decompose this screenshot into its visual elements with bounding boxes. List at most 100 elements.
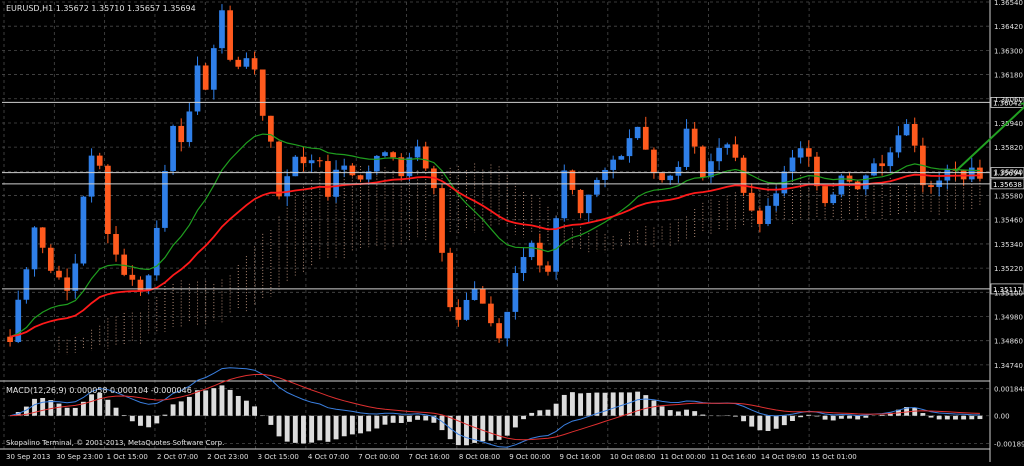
candle-body[interactable] <box>536 242 543 266</box>
candle-body[interactable] <box>422 146 429 169</box>
candle-body[interactable] <box>830 194 837 204</box>
candle-body[interactable] <box>569 170 576 190</box>
candle-body[interactable] <box>349 165 356 176</box>
candle-body[interactable] <box>439 188 445 253</box>
candle-body[interactable] <box>545 265 551 272</box>
candle-body[interactable] <box>479 288 486 304</box>
candle-body[interactable] <box>129 274 136 280</box>
candle-body[interactable] <box>170 125 176 172</box>
candle-body[interactable] <box>618 156 625 160</box>
candle-body[interactable] <box>594 179 600 195</box>
candle-body[interactable] <box>814 156 820 187</box>
candle-body[interactable] <box>642 126 649 150</box>
candle-body[interactable] <box>202 65 209 90</box>
candle-body[interactable] <box>740 157 747 193</box>
candle-body[interactable] <box>47 247 54 271</box>
candle-body[interactable] <box>610 159 617 170</box>
candle-body[interactable] <box>675 166 682 176</box>
candle-body[interactable] <box>585 194 592 214</box>
candle-body[interactable] <box>325 161 331 197</box>
candle-body[interactable] <box>292 156 299 177</box>
candle-body[interactable] <box>259 69 266 116</box>
candle-body[interactable] <box>903 124 910 136</box>
candle-body[interactable] <box>276 141 282 197</box>
candle-body[interactable] <box>373 155 380 172</box>
candle-body[interactable] <box>797 148 804 158</box>
candle-body[interactable] <box>382 152 388 156</box>
candle-body[interactable] <box>300 156 307 164</box>
candle-body[interactable] <box>520 257 527 274</box>
candle-body[interactable] <box>31 227 38 270</box>
candle-body[interactable] <box>227 10 233 60</box>
candle-body[interactable] <box>895 135 902 153</box>
candle-body[interactable] <box>748 192 755 211</box>
candle-body[interactable] <box>724 144 731 148</box>
candle-body[interactable] <box>72 263 79 291</box>
candle-body[interactable] <box>113 234 119 255</box>
candle-body[interactable] <box>153 227 160 276</box>
candle-body[interactable] <box>463 299 470 320</box>
candle-body[interactable] <box>406 157 413 177</box>
candle-body[interactable] <box>789 157 796 172</box>
candle-body[interactable] <box>651 149 657 174</box>
candle-body[interactable] <box>757 210 763 224</box>
candle-body[interactable] <box>716 147 722 162</box>
candle-body[interactable] <box>862 175 869 190</box>
candle-body[interactable] <box>577 189 584 214</box>
candle-body[interactable] <box>178 125 185 143</box>
candle-body[interactable] <box>194 65 201 112</box>
candle-body[interactable] <box>88 155 95 197</box>
candle-body[interactable] <box>561 170 568 219</box>
candle-body[interactable] <box>683 128 690 167</box>
candle-body[interactable] <box>251 58 258 70</box>
candle-body[interactable] <box>887 152 894 167</box>
candle-body[interactable] <box>210 48 217 90</box>
chart-window[interactable]: 1.36042 1.35694 1.35638 1.35117 1.36540 1.36… <box>0 0 1024 462</box>
candle-body[interactable] <box>765 205 771 224</box>
candle-body[interactable] <box>308 160 315 164</box>
candle-body[interactable] <box>822 186 828 204</box>
candle-body[interactable] <box>528 242 535 258</box>
candle-body[interactable] <box>145 275 152 291</box>
candle-body[interactable] <box>805 148 812 157</box>
candle-body[interactable] <box>7 336 13 342</box>
candle-body[interactable] <box>732 144 739 158</box>
candle-body[interactable] <box>634 126 641 139</box>
candle-body[interactable] <box>928 185 934 188</box>
candle-body[interactable] <box>708 161 714 178</box>
candle-body[interactable] <box>186 111 193 143</box>
candle-body[interactable] <box>471 288 478 300</box>
candle-body[interactable] <box>496 323 502 339</box>
candle-body[interactable] <box>80 196 87 264</box>
candle-body[interactable] <box>773 193 780 206</box>
candle-body[interactable] <box>602 169 608 180</box>
candle-body[interactable] <box>553 218 559 272</box>
candle-body[interactable] <box>162 171 168 228</box>
candle-body[interactable] <box>219 10 225 49</box>
candle-body[interactable] <box>944 168 951 181</box>
candle-body[interactable] <box>398 157 405 177</box>
candle-body[interactable] <box>235 59 242 67</box>
candle-body[interactable] <box>23 269 30 300</box>
candle-body[interactable] <box>414 146 421 158</box>
candle-body[interactable] <box>871 163 877 176</box>
candle-body[interactable] <box>56 270 62 278</box>
candle-body[interactable] <box>105 165 111 235</box>
candle-body[interactable] <box>879 163 885 167</box>
candle-body[interactable] <box>268 115 274 142</box>
candle-body[interactable] <box>341 165 348 170</box>
candle-body[interactable] <box>243 58 250 67</box>
candle-body[interactable] <box>691 128 698 147</box>
candle-body[interactable] <box>284 176 291 197</box>
candle-body[interactable] <box>96 155 103 166</box>
candle-body[interactable] <box>911 124 918 146</box>
candle-body[interactable] <box>390 152 396 158</box>
candle-body[interactable] <box>659 173 665 181</box>
candle-body[interactable] <box>512 273 519 312</box>
candle-body[interactable] <box>504 311 511 339</box>
candle-body[interactable] <box>968 167 975 180</box>
candle-body[interactable] <box>316 160 323 162</box>
candle-body[interactable] <box>667 175 674 181</box>
candle-body[interactable] <box>455 307 462 320</box>
candle-body[interactable] <box>626 138 633 157</box>
